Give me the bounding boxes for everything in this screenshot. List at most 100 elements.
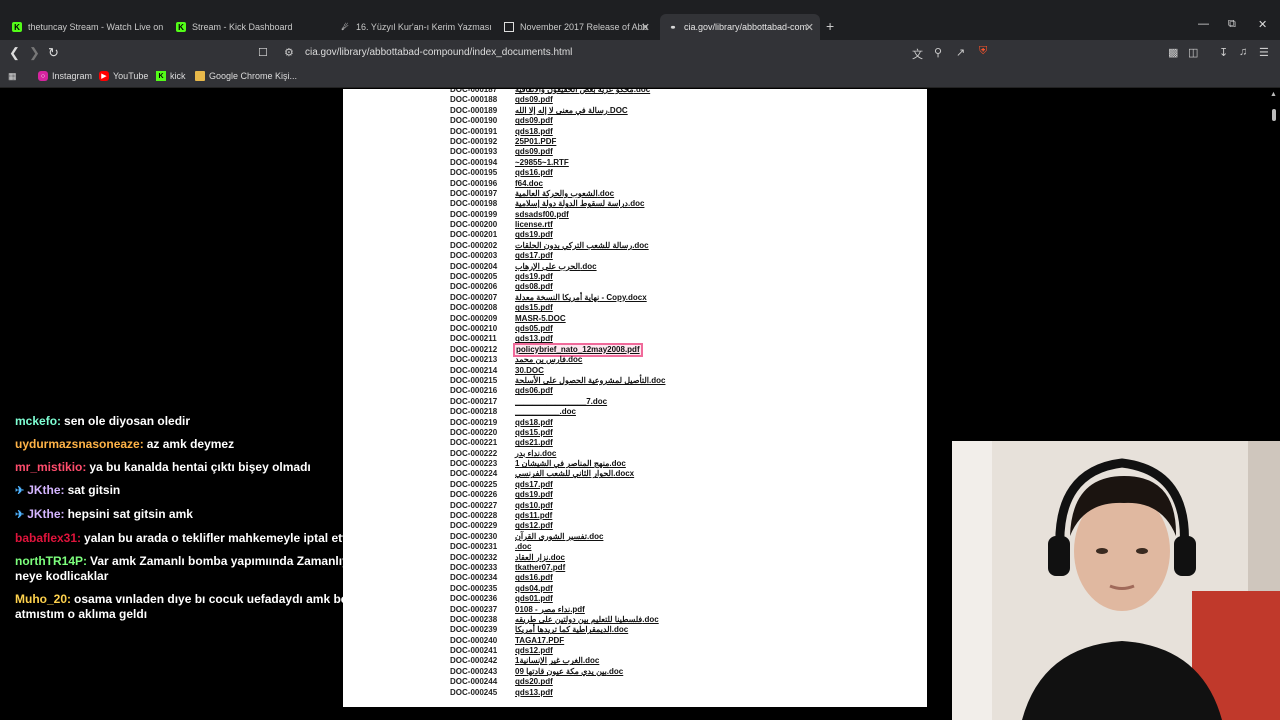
document-link[interactable]: الديمقراطية كما تريدها أمريكا.doc <box>515 625 628 635</box>
close-window-icon[interactable]: ✕ <box>1258 18 1267 31</box>
brave-shield-icon[interactable]: ⛨ <box>979 45 987 58</box>
document-link[interactable]: رسالة في معنى لا إله إلا الله.DOC <box>515 106 628 116</box>
apps-icon[interactable]: ▦ <box>8 71 17 82</box>
document-link[interactable]: الحوار الثاني للشعب الفرنسي.docx <box>515 469 634 479</box>
document-link[interactable]: 25P01.PDF <box>515 137 556 147</box>
document-link[interactable]: qds13.pdf <box>515 688 553 698</box>
download-icon[interactable]: ↧ <box>1219 46 1228 59</box>
document-link[interactable]: qds04.pdf <box>515 584 553 594</box>
media-icon[interactable]: ♫ <box>1239 46 1247 58</box>
close-icon[interactable]: ✕ <box>641 21 650 34</box>
url-text[interactable]: cia.gov/library/abbottabad-compound/inde… <box>305 47 572 58</box>
chat-username[interactable]: Muho_20: <box>15 592 71 606</box>
scrollbar-thumb[interactable] <box>1272 109 1276 121</box>
scroll-up-icon[interactable]: ▲ <box>1270 91 1277 98</box>
document-link[interactable]: .doc <box>515 542 531 552</box>
chat-username[interactable]: northTR14P: <box>15 554 87 568</box>
restore-icon[interactable]: ⧉ <box>1228 18 1236 31</box>
tab-cia-library[interactable]: ⚭ cia.gov/library/abbottabad-com ✕ <box>660 14 820 40</box>
document-link[interactable]: نداء بدر.doc <box>515 449 556 459</box>
sidebar-icon[interactable]: ◫ <box>1188 46 1198 59</box>
document-link[interactable]: qds19.pdf <box>515 490 553 500</box>
document-link[interactable]: qds17.pdf <box>515 480 553 490</box>
document-link[interactable]: qds15.pdf <box>515 303 553 313</box>
bookmark-folder-google[interactable]: Google Chrome Kişi... <box>195 71 297 81</box>
chat-username[interactable]: uydurmazsnasoneaze: <box>15 437 144 451</box>
document-link-highlighted[interactable]: policybrief_nato_12may2008.pdf <box>513 342 643 358</box>
chat-username[interactable]: JKthe: <box>27 483 64 497</box>
document-link[interactable]: qds11.pdf <box>515 511 552 521</box>
minimize-icon[interactable]: — <box>1198 18 1209 30</box>
document-link[interactable]: f64.doc <box>515 179 543 189</box>
document-link[interactable]: qds09.pdf <box>515 116 553 126</box>
bookmark-youtube[interactable]: ▶ YouTube <box>99 71 148 81</box>
tab-kuran-yazmasi[interactable]: ☄ 16. Yüzyıl Kur'an-ı Kerim Yazması - G <box>332 14 492 40</box>
document-link[interactable]: ~29855~1.RTF <box>515 158 569 168</box>
share-icon[interactable]: ↗ <box>956 46 965 59</box>
chat-username[interactable]: mr_mistikio: <box>15 460 86 474</box>
close-icon[interactable]: ✕ <box>805 21 814 34</box>
document-link[interactable]: qds16.pdf <box>515 573 553 583</box>
document-link[interactable]: qds05.pdf <box>515 324 553 334</box>
document-link[interactable]: دراسة لسقوط الدولة دولة إسلامية.doc <box>515 199 644 209</box>
document-link[interactable]: qds06.pdf <box>515 386 553 396</box>
document-link[interactable]: qds08.pdf <box>515 282 553 292</box>
forward-icon[interactable]: ❯ <box>29 45 40 61</box>
tab-kick-dashboard[interactable]: K Stream - Kick Dashboard <box>168 14 328 40</box>
tab-november-release[interactable]: November 2017 Release of Abb ✕ <box>496 14 656 40</box>
document-link[interactable]: الشعوب والحركة العالمية.doc <box>515 189 614 199</box>
document-link[interactable]: نزار العقاد.doc <box>515 553 565 563</box>
tab-thetuncay-stream[interactable]: K thetuncay Stream - Watch Live on Ki <box>4 14 164 40</box>
chat-username[interactable]: babaflex31: <box>15 531 81 545</box>
document-link[interactable]: license.rtf <box>515 220 553 230</box>
document-link[interactable]: qds18.pdf <box>515 418 553 428</box>
document-link[interactable]: sdsadsf00.pdf <box>515 210 569 220</box>
site-info-icon[interactable]: ⚙ <box>284 46 294 59</box>
document-link[interactable]: رسالة للشعب التركي بدون الحلقات.doc <box>515 241 649 251</box>
zoom-icon[interactable]: ⚲ <box>934 46 942 59</box>
document-link[interactable]: qds01.pdf <box>515 594 553 604</box>
document-link[interactable]: qds21.pdf <box>515 438 553 448</box>
translate-icon[interactable]: 文 <box>912 46 923 62</box>
document-link[interactable]: MASR-5.DOC <box>515 314 566 324</box>
bookmark-kick[interactable]: K kick <box>156 71 186 81</box>
document-link[interactable]: نهاية أمريكا النسخة معدلة - Copy.docx <box>515 293 647 303</box>
document-link[interactable]: تفسير الشورى القرآن.doc <box>515 532 603 542</box>
document-link[interactable]: TAGA17.PDF <box>515 636 564 646</box>
document-link[interactable]: ________________7.doc <box>515 397 607 407</box>
menu-icon[interactable]: ☰ <box>1259 46 1269 59</box>
document-link[interactable]: qds12.pdf <box>515 646 553 656</box>
document-link[interactable]: qds17.pdf <box>515 251 553 261</box>
extensions-icon[interactable]: ▩ <box>1168 46 1178 59</box>
bookmark-instagram[interactable]: ○ Instagram <box>38 71 92 81</box>
document-link[interactable]: qds16.pdf <box>515 168 553 178</box>
document-link[interactable]: qds12.pdf <box>515 521 553 531</box>
document-link[interactable]: qds18.pdf <box>515 127 553 137</box>
document-link[interactable]: qds15.pdf <box>515 428 553 438</box>
document-link[interactable]: qds19.pdf <box>515 272 553 282</box>
document-link[interactable]: الغرب غير الإنسانية1.doc <box>515 656 599 666</box>
document-link[interactable]: __________.doc <box>515 407 576 417</box>
back-icon[interactable]: ❮ <box>9 45 20 61</box>
document-link[interactable]: qds20.pdf <box>515 677 553 687</box>
document-link[interactable]: qds09.pdf <box>515 95 553 105</box>
document-link[interactable]: منهج المناصر في الشيشان 1.doc <box>515 459 626 469</box>
document-link[interactable]: 30.DOC <box>515 366 544 376</box>
document-link[interactable]: qds13.pdf <box>515 334 553 344</box>
document-link[interactable]: qds19.pdf <box>515 230 553 240</box>
bookmark-icon[interactable]: ☐ <box>258 46 268 59</box>
address-bar[interactable]: ⚙ cia.gov/library/abbottabad-compound/in… <box>276 43 998 63</box>
document-link[interactable]: 0108 - نداء مصر.pdf <box>515 605 585 615</box>
document-link[interactable]: qds10.pdf <box>515 501 553 511</box>
document-link[interactable]: qds09.pdf <box>515 147 553 157</box>
document-link[interactable]: فارس بن محمد.doc <box>515 355 582 365</box>
reload-icon[interactable]: ↻ <box>48 45 59 61</box>
new-tab-icon[interactable]: + <box>826 18 834 34</box>
document-link[interactable]: فلسطينا للتعليم بين دولتين على طريقه.doc <box>515 615 659 625</box>
chat-username[interactable]: JKthe: <box>27 507 64 521</box>
document-link[interactable]: الحرب على الإرهاب.doc <box>515 262 597 272</box>
chat-username[interactable]: mckefo: <box>15 414 61 428</box>
document-link[interactable]: 09 بين يدي مكة عيون قادتها.doc <box>515 667 623 677</box>
document-link[interactable]: التأصيل لمشروعية الحصول على الأسلحة.doc <box>515 376 665 386</box>
document-link[interactable]: tkather07.pdf <box>515 563 565 573</box>
